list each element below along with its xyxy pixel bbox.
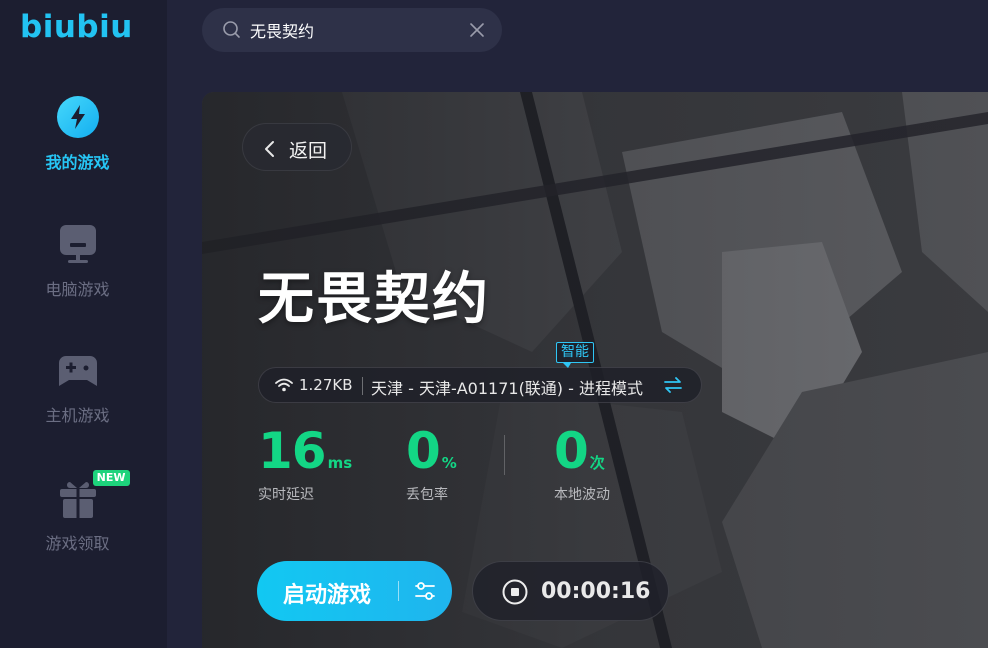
settings-sliders-icon[interactable] — [414, 581, 436, 605]
sidebar-item-game-rewards[interactable]: NEW 游戏领取 — [0, 470, 155, 554]
latency-stat: 16 ms 实时延迟 — [258, 424, 352, 504]
search-bar — [202, 8, 502, 52]
wifi-icon — [275, 378, 293, 396]
back-button-label: 返回 — [289, 140, 328, 162]
sidebar-item-label: 主机游戏 — [45, 406, 110, 425]
latency-unit: ms — [327, 454, 353, 472]
sidebar-item-label: 游戏领取 — [45, 534, 110, 553]
chevron-left-icon — [263, 140, 275, 162]
network-speed: 1.27KB — [299, 376, 353, 394]
stop-acceleration-button[interactable]: 00:00:16 — [472, 561, 669, 621]
node-info-pill: 1.27KB 天津 - 天津-A01171(联通) - 进程模式 — [258, 367, 702, 403]
latency-value: 16 — [258, 422, 327, 480]
launch-game-button[interactable]: 启动游戏 — [257, 561, 452, 621]
jitter-label: 本地波动 — [554, 487, 610, 503]
jitter-unit: 次 — [589, 454, 605, 472]
gamepad-icon — [56, 348, 100, 392]
local-jitter-stat: 0次 本地波动 — [554, 424, 610, 504]
sidebar-item-console-games[interactable]: 主机游戏 — [0, 348, 155, 426]
clear-search-icon[interactable] — [469, 22, 485, 38]
sidebar-item-label: 我的游戏 — [45, 153, 110, 172]
gift-icon: NEW — [56, 470, 130, 520]
sidebar-item-pc-games[interactable]: 电脑游戏 — [0, 222, 155, 300]
smart-mode-tag: 智能 — [556, 342, 594, 368]
elapsed-timer: 00:00:16 — [541, 579, 651, 604]
app-logo[interactable]: biubiu — [20, 9, 133, 45]
sidebar-item-my-games[interactable]: 我的游戏 — [0, 95, 155, 173]
game-detail-panel: 返回 无畏契约 1.27KB 天津 - 天津-A01171(联通) - 进程模式… — [202, 92, 988, 648]
game-title: 无畏契约 — [258, 267, 490, 332]
switch-route-icon[interactable] — [664, 377, 682, 397]
new-badge: NEW — [92, 470, 130, 486]
latency-label: 实时延迟 — [258, 487, 314, 503]
launch-game-label: 启动游戏 — [283, 583, 372, 608]
stats-divider — [504, 435, 505, 475]
search-icon — [222, 20, 242, 44]
packet-loss-stat: 0% 丢包率 — [406, 424, 457, 504]
route-info[interactable]: 天津 - 天津-A01171(联通) - 进程模式 — [371, 375, 643, 399]
packet-loss-label: 丢包率 — [406, 487, 448, 503]
stop-icon — [502, 579, 528, 609]
divider — [398, 581, 399, 601]
packet-loss-value: 0 — [406, 422, 441, 480]
search-input[interactable] — [250, 18, 450, 42]
sidebar-item-label: 电脑游戏 — [45, 280, 110, 299]
monitor-icon — [56, 222, 100, 266]
divider — [362, 377, 363, 395]
back-button[interactable]: 返回 — [242, 123, 352, 171]
jitter-value: 0 — [554, 422, 589, 480]
lightning-icon — [56, 95, 100, 139]
packet-loss-unit: % — [441, 454, 457, 472]
sidebar: biubiu 我的游戏 电脑游戏 主机游戏 NEW 游戏领取 — [0, 0, 167, 648]
